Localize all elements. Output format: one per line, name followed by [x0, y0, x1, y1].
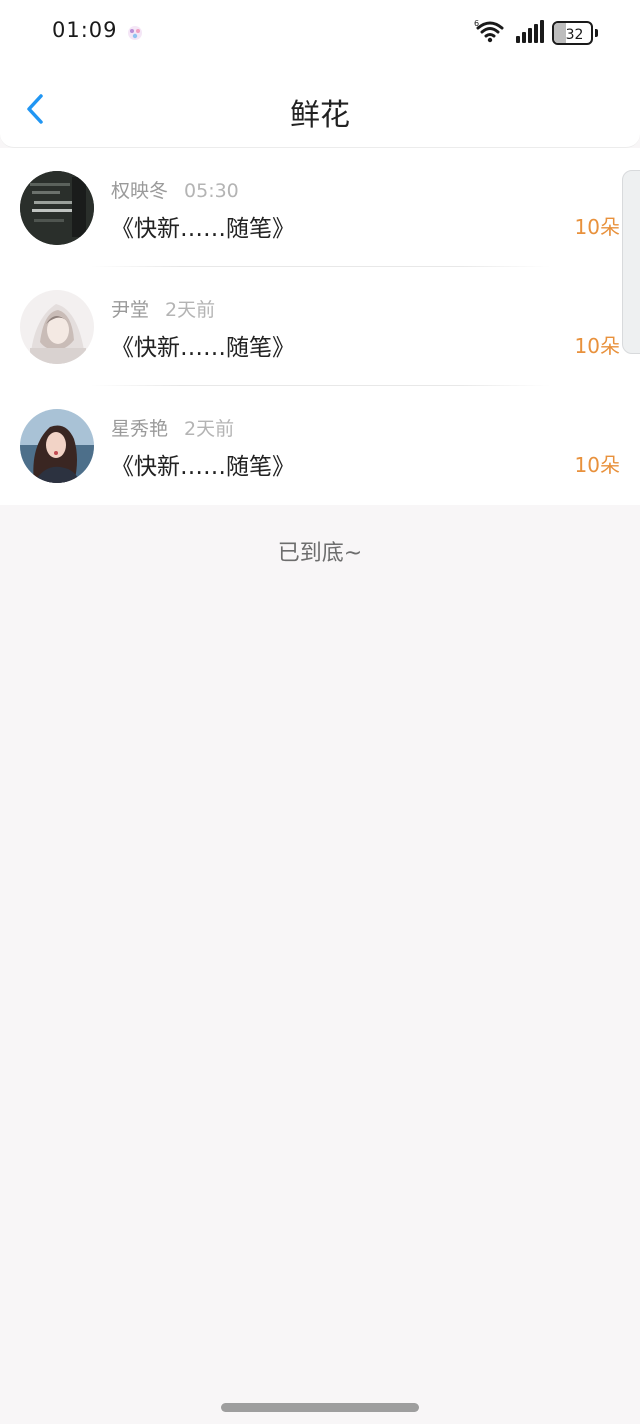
entry-meta: 权映冬 05:30: [111, 176, 239, 203]
work-title[interactable]: 《快新……随笔》: [111, 447, 295, 481]
entry-time: 2天前: [184, 418, 235, 440]
wifi-icon: 6: [474, 19, 504, 43]
entry-time: 05:30: [184, 180, 239, 202]
battery-icon: 32: [552, 21, 598, 45]
flower-count: 10朵: [574, 453, 620, 477]
entry-meta: 尹堂 2天前: [111, 295, 215, 322]
flower-list: 权映冬 05:30 《快新……随笔》 10朵 尹堂 2天前 《快新……随笔》 10朵: [0, 148, 640, 505]
list-item[interactable]: 尹堂 2天前 《快新……随笔》 10朵: [0, 267, 640, 386]
wifi-label: 6: [474, 19, 479, 28]
status-bar: 01:09 6 32: [0, 0, 640, 66]
entry-meta: 星秀艳 2天前: [111, 414, 234, 441]
avatar: [20, 171, 94, 245]
flower-count: 10朵: [574, 215, 620, 239]
battery-level: 32: [565, 27, 584, 43]
work-title[interactable]: 《快新……随笔》: [111, 328, 295, 362]
work-title[interactable]: 《快新……随笔》: [111, 209, 295, 243]
avatar: [20, 290, 94, 364]
list-item[interactable]: 权映冬 05:30 《快新……随笔》 10朵: [0, 148, 640, 267]
entry-time: 2天前: [165, 299, 216, 321]
avatar: [20, 409, 94, 483]
nav-bar: 鲜花: [0, 66, 640, 148]
list-item[interactable]: 星秀艳 2天前 《快新……随笔》 10朵: [0, 386, 640, 505]
side-scroll-handle[interactable]: [622, 170, 640, 354]
app-notification-icon: [128, 26, 142, 40]
page-title: 鲜花: [290, 98, 350, 133]
end-of-list-text: 已到底~: [277, 541, 363, 566]
home-indicator[interactable]: [221, 1403, 419, 1412]
signal-icon: [516, 20, 544, 43]
user-name[interactable]: 权映冬: [111, 180, 168, 202]
user-name[interactable]: 星秀艳: [111, 418, 168, 440]
status-time: 01:09: [52, 18, 118, 42]
user-name[interactable]: 尹堂: [111, 299, 149, 321]
flower-count: 10朵: [574, 334, 620, 358]
